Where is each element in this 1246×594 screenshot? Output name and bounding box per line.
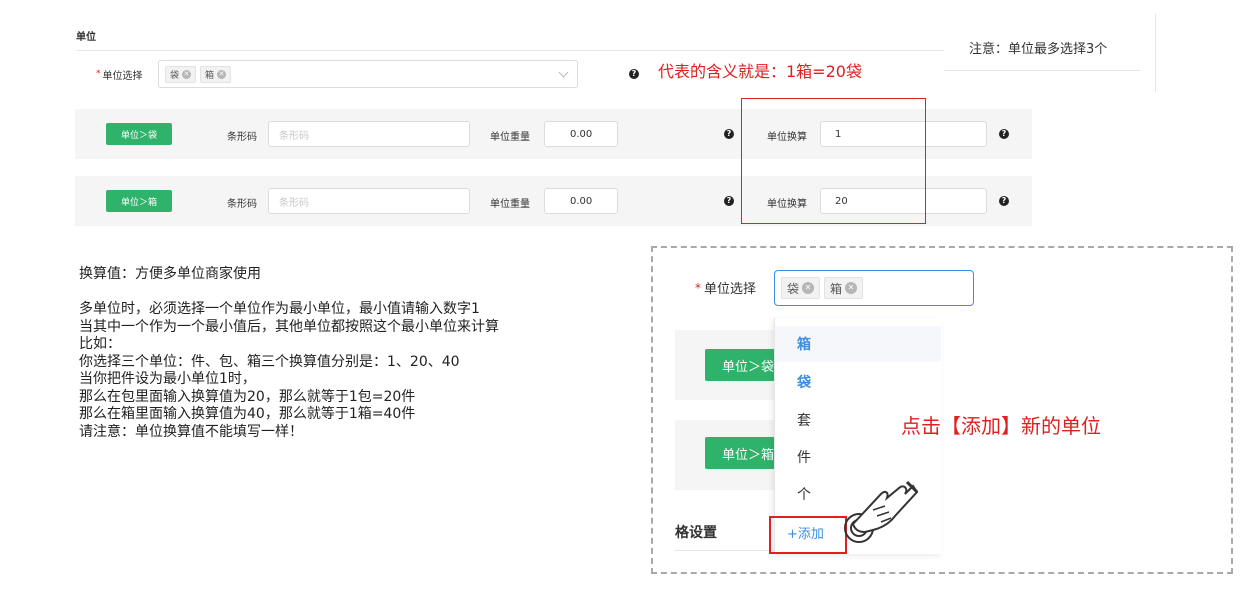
explanation-line: 那么在包里面输入换算值为20，那么就等于1包=20件 [79,388,416,405]
required-mark: * [695,280,701,295]
dropdown-item-piece[interactable]: 件 [775,439,941,475]
barcode-input[interactable]: 条形码 [268,188,470,214]
help-icon[interactable]: ? [629,69,639,79]
unit-select-row: * 单位选择 [96,60,143,88]
zoom-section-label: 格设置 [675,525,717,541]
help-icon[interactable]: ? [724,196,734,206]
unit-weight-input[interactable]: 0.00 [544,121,618,147]
zoom-unit-select-input[interactable]: 袋 ✕ 箱 ✕ [774,270,974,306]
zoom-unit-select-label: 单位选择 [704,282,757,297]
zoom-unit-select-label-group: * 单位选择 [695,278,757,298]
dropdown-item-box[interactable]: 箱 [775,326,941,362]
note-divider [944,70,1140,71]
help-icon[interactable]: ? [999,129,1009,139]
conversion-highlight-box [741,98,926,224]
unit-tag-bag: 袋 ✕ [781,277,821,299]
unit-box-button[interactable]: 单位＞箱 [106,190,172,212]
explanation-line: 多单位时，必须选择一个单位作为最小单位，最小值请输入数字1 [79,301,480,317]
right-border [1155,14,1156,92]
barcode-input[interactable]: 条形码 [268,121,470,147]
unit-weight-label: 单位重量 [490,199,530,210]
unit-weight-input[interactable]: 0.00 [544,188,618,214]
explanation-line: 当其中一个作为一个最小值后，其他单位都按照这个最小单位来计算 [79,318,499,335]
remove-tag-icon[interactable]: ✕ [217,69,227,79]
help-icon[interactable]: ? [999,196,1009,206]
required-mark: * [96,69,101,79]
remove-tag-icon[interactable]: ✕ [802,282,815,294]
explanation-line: 换算值：方便多单位商家使用 [79,266,261,282]
meaning-annotation: 代表的含义就是：1箱=20袋 [658,62,862,81]
click-add-annotation: 点击【添加】新的单位 [901,414,1101,438]
barcode-label: 条形码 [227,199,257,210]
zoom-callout: * 单位选择 袋 ✕ 箱 ✕ 单位＞袋 单位＞箱 格设置 箱 袋 套 件 个 +… [651,246,1233,574]
explanation-line: 你选择三个单位：件、包、箱三个换算值分别是：1、20、40 [79,353,460,370]
limit-note: 注意：单位最多选择3个 [969,42,1108,57]
chevron-down-icon[interactable] [558,67,569,78]
explanation-line: 当你把件设为最小单位1时， [79,371,256,387]
dropdown-item-bag[interactable]: 袋 [775,364,941,400]
unit-weight-label: 单位重量 [490,132,530,143]
unit-section-title: 单位 [76,32,96,43]
explanation-line: 比如： [79,336,121,352]
unit-tag-box: 箱 ✕ [200,65,232,83]
section-divider [76,50,944,51]
explanation-line: 那么在箱里面输入换算值为40，那么就等于1箱=40件 [79,406,416,422]
remove-tag-icon[interactable]: ✕ [845,282,858,294]
pointing-hand-icon [844,480,919,543]
explanation-block: 换算值：方便多单位商家使用 多单位时，必须选择一个单位作为最小单位，最小值请输入… [79,266,499,441]
unit-tag-bag: 袋 ✕ [165,65,197,83]
help-icon[interactable]: ? [724,129,734,139]
unit-select-label: 单位选择 [102,70,143,82]
barcode-label: 条形码 [227,132,257,143]
explanation-line: 请注意：单位换算值不能填写一样！ [79,423,303,440]
unit-tag-box: 箱 ✕ [824,277,864,299]
unit-bag-button[interactable]: 单位＞袋 [106,123,172,145]
remove-tag-icon[interactable]: ✕ [182,69,192,79]
unit-select-input[interactable]: 袋 ✕ 箱 ✕ [158,60,578,88]
explanation-line [79,284,499,302]
